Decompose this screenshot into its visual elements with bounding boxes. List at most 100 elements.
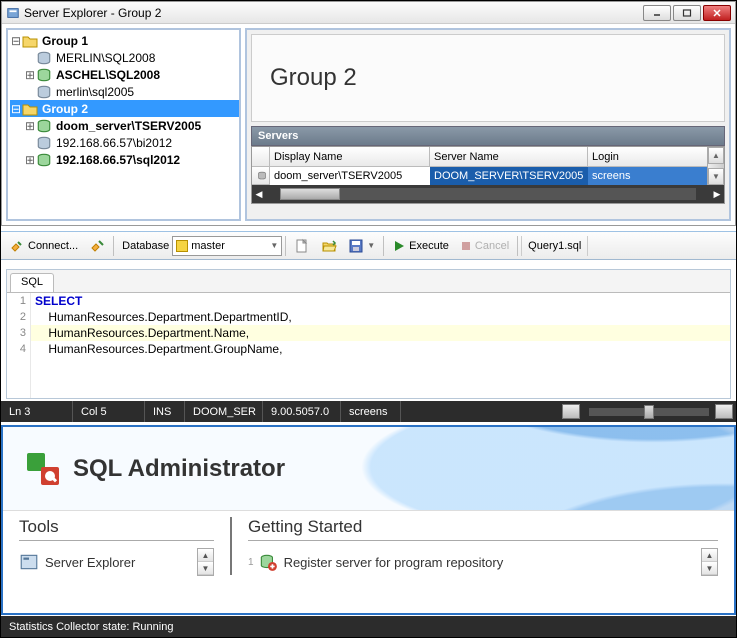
group-heading: Group 2 xyxy=(270,64,357,92)
expand-icon[interactable]: ⊞ xyxy=(24,68,36,82)
status-server: DOOM_SER xyxy=(185,401,263,422)
tools-spinner[interactable]: ▲▼ xyxy=(197,548,214,576)
cell-server-name: DOOM_SERVER\TSERV2005 xyxy=(430,167,588,185)
product-logo-icon xyxy=(23,449,63,489)
tree-node-merlin-2008[interactable]: MERLIN\SQL2008 xyxy=(10,49,239,66)
getting-started-item-register[interactable]: 1 Register server for program repository… xyxy=(248,549,718,575)
window-titlebar[interactable]: Server Explorer - Group 2 xyxy=(2,2,735,24)
status-version: 9.00.5057.0 xyxy=(263,401,341,422)
spin-up-icon[interactable]: ▲ xyxy=(198,549,213,562)
tree-node-merlin-2005[interactable]: merlin\sql2005 xyxy=(10,83,239,100)
tree-node-bi2012[interactable]: 192.168.66.57\bi2012 xyxy=(10,134,239,151)
step-number: 1 xyxy=(248,557,254,568)
scroll-thumb[interactable] xyxy=(280,188,340,200)
cell-login: screens xyxy=(588,167,724,185)
zoom-in-button[interactable] xyxy=(715,404,733,419)
status-insert-mode: INS xyxy=(145,401,185,422)
vertical-scrollbar[interactable]: ▲ ▼ xyxy=(707,147,724,185)
window-title: Server Explorer - Group 2 xyxy=(24,6,643,20)
chevron-down-icon: ▼ xyxy=(367,241,375,250)
database-icon xyxy=(176,240,188,252)
connect-button[interactable]: Connect... xyxy=(4,235,83,257)
zoom-out-button[interactable] xyxy=(562,404,580,419)
tree-node-doom-server[interactable]: ⊞ doom_server\TSERV2005 xyxy=(10,117,239,134)
line-gutter: 1 2 3 4 xyxy=(7,293,31,398)
scroll-left-icon[interactable]: ◀ xyxy=(252,187,266,201)
unplug-icon xyxy=(89,238,105,254)
column-server-name[interactable]: Server Name xyxy=(430,147,588,167)
collapse-icon[interactable]: ⊟ xyxy=(10,102,22,116)
save-button[interactable]: ▼ xyxy=(343,235,380,257)
server-icon xyxy=(36,136,52,150)
sql-tab[interactable]: SQL xyxy=(10,273,54,292)
group-header: Group 2 xyxy=(251,34,725,122)
close-button[interactable] xyxy=(703,5,731,21)
chevron-down-icon: ▼ xyxy=(270,241,278,250)
tree-group-2[interactable]: ⊟ Group 2 xyxy=(10,100,239,117)
new-file-icon xyxy=(294,238,310,254)
servers-section-header[interactable]: Servers xyxy=(251,126,725,146)
editor-statusbar: Ln 3 Col 5 INS DOOM_SER 9.00.5057.0 scre… xyxy=(1,401,736,422)
row-header-column xyxy=(252,147,270,167)
spin-down-icon[interactable]: ▼ xyxy=(198,562,213,575)
minimize-button[interactable] xyxy=(643,5,671,21)
welcome-panel: SQL Administrator Tools Server Explorer … xyxy=(1,425,736,615)
play-icon xyxy=(392,239,406,253)
tools-heading: Tools xyxy=(19,517,214,541)
server-icon xyxy=(36,153,52,167)
cell-display-name: doom_server\TSERV2005 xyxy=(270,167,430,185)
server-icon xyxy=(36,85,52,99)
code-area[interactable]: SELECT HumanResources.Department.Departm… xyxy=(31,293,730,398)
open-button[interactable] xyxy=(316,235,342,257)
open-folder-icon xyxy=(321,238,337,254)
row-indicator xyxy=(252,167,270,185)
query-tab[interactable]: Query1.sql xyxy=(521,236,588,256)
sql-editor: SQL 1 2 3 4 SELECT HumanResources.Depart… xyxy=(6,269,731,399)
status-text: Statistics Collector state: Running xyxy=(9,621,173,633)
column-display-name[interactable]: Display Name xyxy=(270,147,430,167)
server-icon xyxy=(36,51,52,65)
expand-icon[interactable]: ⊞ xyxy=(24,153,36,167)
status-col: Col 5 xyxy=(73,401,145,422)
scroll-right-icon[interactable]: ▶ xyxy=(710,187,724,201)
table-row[interactable]: doom_server\TSERV2005 DOOM_SERVER\TSERV2… xyxy=(252,167,724,185)
register-server-icon xyxy=(258,552,278,572)
servers-grid[interactable]: Display Name Server Name Login doom_serv… xyxy=(251,146,725,204)
scroll-down-icon[interactable]: ▼ xyxy=(708,168,724,185)
tree-node-aschel-2008[interactable]: ⊞ ASCHEL\SQL2008 xyxy=(10,66,239,83)
tree-node-sql2012[interactable]: ⊞ 192.168.66.57\sql2012 xyxy=(10,151,239,168)
horizontal-scrollbar[interactable]: ◀ ▶ xyxy=(252,185,724,203)
folder-icon xyxy=(22,34,38,48)
zoom-slider[interactable] xyxy=(589,408,709,416)
execute-button[interactable]: Execute xyxy=(387,235,454,257)
spin-down-icon[interactable]: ▼ xyxy=(702,562,717,575)
tree-pane[interactable]: ⊟ Group 1 MERLIN\SQL2008 ⊞ ASCHEL\SQL200… xyxy=(6,28,241,221)
getting-started-section: Getting Started 1 Register server for pr… xyxy=(230,517,718,575)
status-line: Ln 3 xyxy=(1,401,73,422)
disconnect-button[interactable] xyxy=(84,235,110,257)
database-label: Database xyxy=(117,235,171,257)
server-icon xyxy=(36,68,52,82)
collapse-icon[interactable]: ⊟ xyxy=(10,34,22,48)
folder-icon xyxy=(22,102,38,116)
column-login[interactable]: Login xyxy=(588,147,724,167)
server-explorer-window: Server Explorer - Group 2 ⊟ Group 1 MERL… xyxy=(1,1,736,226)
server-explorer-icon xyxy=(19,552,39,572)
welcome-banner: SQL Administrator xyxy=(3,427,734,511)
scroll-up-icon[interactable]: ▲ xyxy=(708,147,724,164)
gs-spinner[interactable]: ▲▼ xyxy=(701,548,718,576)
maximize-button[interactable] xyxy=(673,5,701,21)
expand-icon[interactable]: ⊞ xyxy=(24,119,36,133)
spin-up-icon[interactable]: ▲ xyxy=(702,549,717,562)
app-statusbar: Statistics Collector state: Running xyxy=(1,616,736,637)
slider-thumb[interactable] xyxy=(644,405,654,419)
new-button[interactable] xyxy=(289,235,315,257)
tree-group-1[interactable]: ⊟ Group 1 xyxy=(10,32,239,49)
status-user: screens xyxy=(341,401,401,422)
main-toolbar: Connect... Database master ▼ ▼ Execute C… xyxy=(1,231,736,260)
cancel-button[interactable]: Cancel xyxy=(455,235,514,257)
save-icon xyxy=(348,238,364,254)
plug-icon xyxy=(9,238,25,254)
database-dropdown[interactable]: master ▼ xyxy=(172,236,282,256)
tools-item-server-explorer[interactable]: Server Explorer ▲▼ xyxy=(19,549,214,575)
